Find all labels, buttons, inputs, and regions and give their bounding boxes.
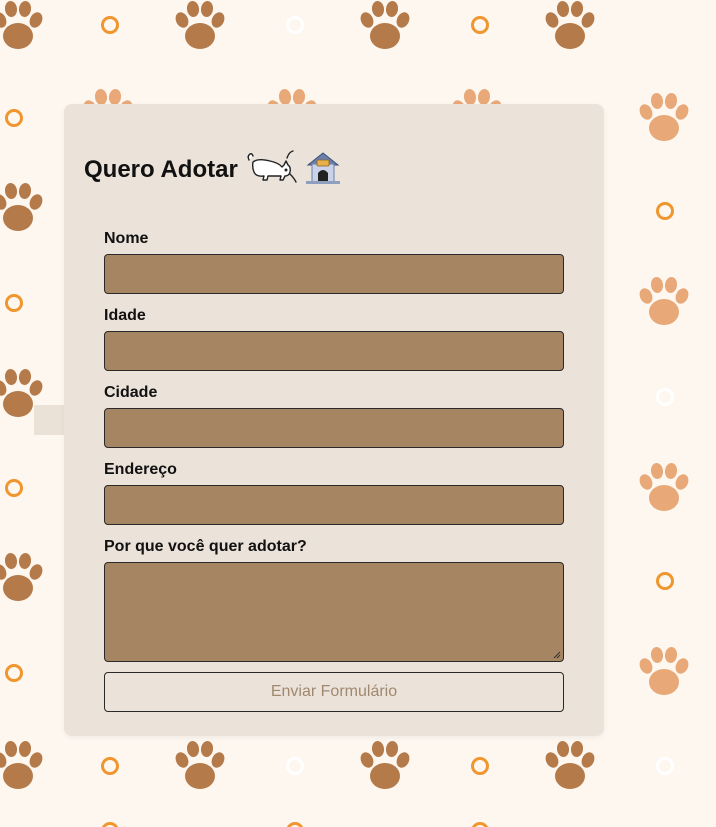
resize-grip-icon[interactable]	[553, 651, 561, 659]
address-input[interactable]	[104, 485, 564, 525]
reason-label: Por que você quer adotar?	[104, 538, 307, 555]
paw-print-icon	[358, 740, 412, 789]
address-label: Endereço	[104, 461, 177, 478]
ring-icon	[471, 757, 489, 775]
page-title: Quero Adotar	[84, 155, 238, 183]
city-input[interactable]	[104, 408, 564, 448]
dog-house-icon	[305, 150, 340, 189]
paw-print-icon	[0, 552, 45, 601]
paw-print-icon	[0, 0, 45, 49]
paw-print-icon	[637, 646, 691, 695]
ring-icon	[101, 757, 119, 775]
ring-icon	[286, 757, 304, 775]
ring-icon	[656, 202, 674, 220]
ring-icon	[5, 294, 23, 312]
ring-icon	[656, 388, 674, 406]
submit-button[interactable]: Enviar Formulário	[104, 672, 564, 712]
ring-icon	[656, 757, 674, 775]
ring-icon	[471, 822, 489, 827]
paw-print-icon	[543, 740, 597, 789]
paw-print-icon	[0, 740, 45, 789]
ring-icon	[5, 664, 23, 682]
reason-textarea[interactable]	[104, 562, 564, 662]
paw-print-icon	[637, 92, 691, 141]
ring-icon	[286, 16, 304, 34]
paw-print-icon	[637, 462, 691, 511]
age-input[interactable]	[104, 331, 564, 371]
ring-icon	[5, 109, 23, 127]
name-input[interactable]	[104, 254, 564, 294]
paw-print-icon	[173, 740, 227, 789]
adoption-form: Nome Idade Cidade Endereço Por que você …	[104, 230, 564, 712]
age-label: Idade	[104, 307, 146, 324]
ring-icon	[286, 822, 304, 827]
ring-icon	[101, 16, 119, 34]
title-row: Quero Adotar	[84, 148, 340, 191]
city-label: Cidade	[104, 384, 158, 401]
ring-icon	[471, 16, 489, 34]
paw-print-icon	[358, 0, 412, 49]
paw-print-icon	[0, 182, 45, 231]
cat-icon	[246, 148, 298, 191]
adoption-form-card: Quero Adotar Nome Idade Cidade Endereço …	[64, 104, 604, 736]
ring-icon	[101, 822, 119, 827]
paw-print-icon	[543, 0, 597, 49]
ring-icon	[5, 479, 23, 497]
paw-print-icon	[173, 0, 227, 49]
paw-print-icon	[637, 276, 691, 325]
ring-icon	[656, 572, 674, 590]
name-label: Nome	[104, 230, 149, 247]
